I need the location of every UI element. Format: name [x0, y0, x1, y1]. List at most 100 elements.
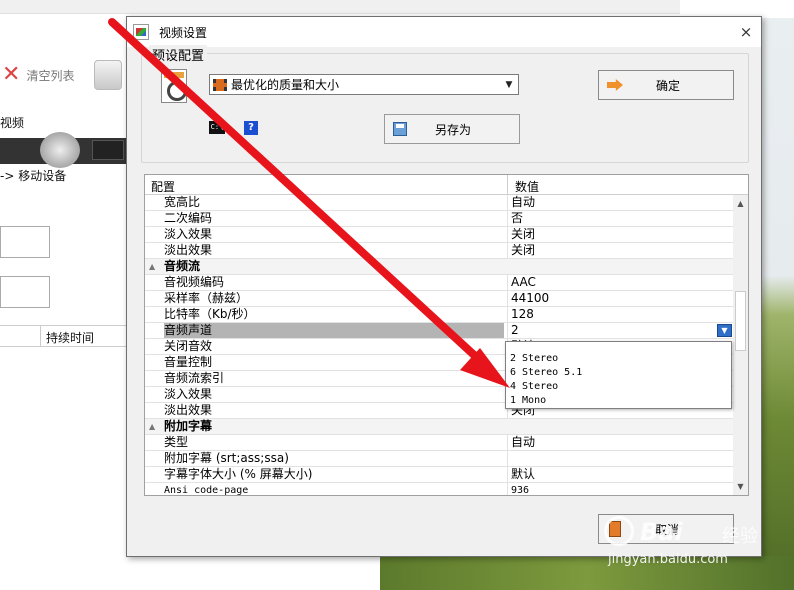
dropdown-option[interactable]: 2 Stereo	[506, 352, 731, 366]
dropdown-option[interactable]: 1 Mono	[506, 394, 731, 408]
mobile-device-label: -> 移动设备	[0, 169, 67, 183]
row-value: AAC	[511, 275, 536, 289]
dialog-titlebar[interactable]: 视频设置 ×	[127, 17, 761, 47]
value-column-header: 数值	[515, 180, 540, 194]
background-top-strip	[0, 0, 680, 14]
row-value: 自动	[511, 435, 536, 449]
close-button[interactable]: ×	[735, 21, 757, 43]
row-key: 关闭音效	[164, 339, 213, 353]
dropdown-button[interactable]: ▼	[717, 324, 732, 337]
settings-property-grid: 配置 数值 宽高比 自动 二次编码 否 淡入效果 关闭 淡出效果 关闭 ▲ 音频…	[144, 174, 749, 496]
video-settings-dialog: 视频设置 × 预设配置 最优化的质量和大小 ▼ 确定 C:\ ? 另存为 配置 …	[126, 16, 762, 557]
row-value: 自动	[511, 195, 536, 209]
category-label: 音频流	[164, 259, 201, 273]
collapse-icon[interactable]: ▲	[149, 419, 155, 434]
column-separator	[40, 326, 41, 346]
row-key: 宽高比	[164, 195, 201, 209]
screen-icon	[92, 140, 124, 160]
confirm-label: 确定	[655, 78, 680, 93]
background-input-2[interactable]	[0, 276, 50, 308]
row-key: 淡入效果	[164, 387, 213, 401]
row-value: 关闭	[511, 227, 536, 241]
grid-row[interactable]: 宽高比 自动	[145, 195, 733, 211]
desktop-wallpaper-bottom	[380, 556, 794, 590]
audio-channel-dropdown-list: 2 Stereo 6 Stereo 5.1 4 Stereo 1 Mono	[505, 341, 732, 409]
save-as-label: 另存为	[434, 122, 471, 137]
row-key: 音量控制	[164, 355, 213, 369]
scrollbar-thumb[interactable]	[735, 291, 746, 351]
row-key: 类型	[164, 435, 189, 449]
clear-icon: ✕	[2, 62, 21, 87]
grid-row[interactable]: 淡出效果 关闭	[145, 243, 733, 259]
preset-selected-value: 最优化的质量和大小	[231, 78, 340, 92]
grid-scrollbar[interactable]: ▲ ▼	[733, 195, 748, 495]
help-icon[interactable]: ?	[244, 121, 258, 135]
category-subtitles[interactable]: ▲ 附加字幕	[145, 419, 733, 435]
device-thumbnail	[0, 132, 126, 168]
clear-list-tool[interactable]: ✕ 清空列表	[2, 64, 74, 86]
grid-row[interactable]: Ansi code-page 936	[145, 483, 733, 496]
row-value: 936	[511, 485, 530, 496]
row-key: 比特率（Kb/秒）	[164, 307, 256, 321]
row-value: 关闭	[511, 243, 536, 257]
row-key: 采样率（赫兹）	[164, 291, 249, 305]
row-key: 音视频编码	[164, 275, 225, 289]
row-key: 二次编码	[164, 211, 213, 225]
row-value[interactable]: 2	[511, 323, 731, 338]
category-label: 附加字幕	[164, 419, 213, 433]
floppy-disk-icon	[393, 122, 407, 136]
confirm-button[interactable]: 确定	[598, 70, 734, 100]
command-line-icon[interactable]: C:\	[209, 121, 225, 134]
grid-row[interactable]: 采样率（赫兹） 44100	[145, 291, 733, 307]
app-icon	[133, 24, 149, 40]
row-key: 淡出效果	[164, 403, 213, 417]
cancel-button[interactable]: 取消	[598, 514, 734, 544]
dropdown-option[interactable]: 4 Stereo	[506, 380, 731, 394]
row-key: 淡出效果	[164, 243, 213, 257]
row-key: 音频流索引	[164, 371, 225, 385]
row-key: 音频声道	[164, 323, 504, 338]
grid-row[interactable]: 附加字幕 (srt;ass;ssa)	[145, 451, 733, 467]
row-value: 默认	[511, 467, 536, 481]
preset-select[interactable]: 最优化的质量和大小 ▼	[209, 74, 519, 95]
cancel-label: 取消	[654, 522, 679, 537]
dialog-title: 视频设置	[159, 26, 208, 40]
category-audio-stream[interactable]: ▲ 音频流	[145, 259, 733, 275]
clear-list-label: 清空列表	[26, 68, 75, 83]
media-file-icon	[161, 69, 187, 103]
save-as-button[interactable]: 另存为	[384, 114, 520, 144]
grid-row-audio-channel[interactable]: 音频声道 2 ▼	[145, 323, 733, 339]
grid-row[interactable]: 二次编码 否	[145, 211, 733, 227]
convert-tool-icon[interactable]	[94, 60, 122, 90]
video-category-label: 视频	[0, 116, 25, 130]
grid-row[interactable]: 音视频编码 AAC	[145, 275, 733, 291]
row-key: Ansi code-page	[164, 485, 249, 496]
background-input-1[interactable]	[0, 226, 50, 258]
chevron-down-icon: ▼	[505, 79, 513, 90]
duration-column-header[interactable]: 持续时间	[46, 329, 94, 346]
config-column-header: 配置	[151, 180, 176, 194]
film-icon	[213, 78, 227, 91]
row-key: 附加字幕 (srt;ass;ssa)	[164, 451, 289, 465]
grid-row[interactable]: 类型 自动	[145, 435, 733, 451]
grid-row[interactable]: 淡入效果 关闭	[145, 227, 733, 243]
desktop-wallpaper	[762, 18, 794, 590]
row-value: 44100	[511, 291, 550, 305]
row-value: 否	[511, 211, 524, 225]
scroll-up-icon[interactable]: ▲	[733, 199, 748, 208]
row-key: 淡入效果	[164, 227, 213, 241]
file-list-header: 持续时间	[0, 325, 126, 347]
arrow-right-icon	[607, 79, 623, 91]
cancel-icon	[609, 521, 621, 537]
preset-group-label: 预设配置	[149, 45, 208, 64]
grid-row[interactable]: 字幕字体大小 (% 屏幕大小) 默认	[145, 467, 733, 483]
row-value: 128	[511, 307, 534, 321]
grid-header: 配置 数值	[145, 175, 748, 195]
disc-icon	[40, 132, 80, 168]
row-key: 字幕字体大小 (% 屏幕大小)	[164, 467, 313, 481]
grid-row[interactable]: 比特率（Kb/秒） 128	[145, 307, 733, 323]
dropdown-option[interactable]: 6 Stereo 5.1	[506, 366, 731, 380]
column-divider	[507, 175, 508, 195]
collapse-icon[interactable]: ▲	[149, 259, 155, 274]
scroll-down-icon[interactable]: ▼	[733, 482, 748, 491]
